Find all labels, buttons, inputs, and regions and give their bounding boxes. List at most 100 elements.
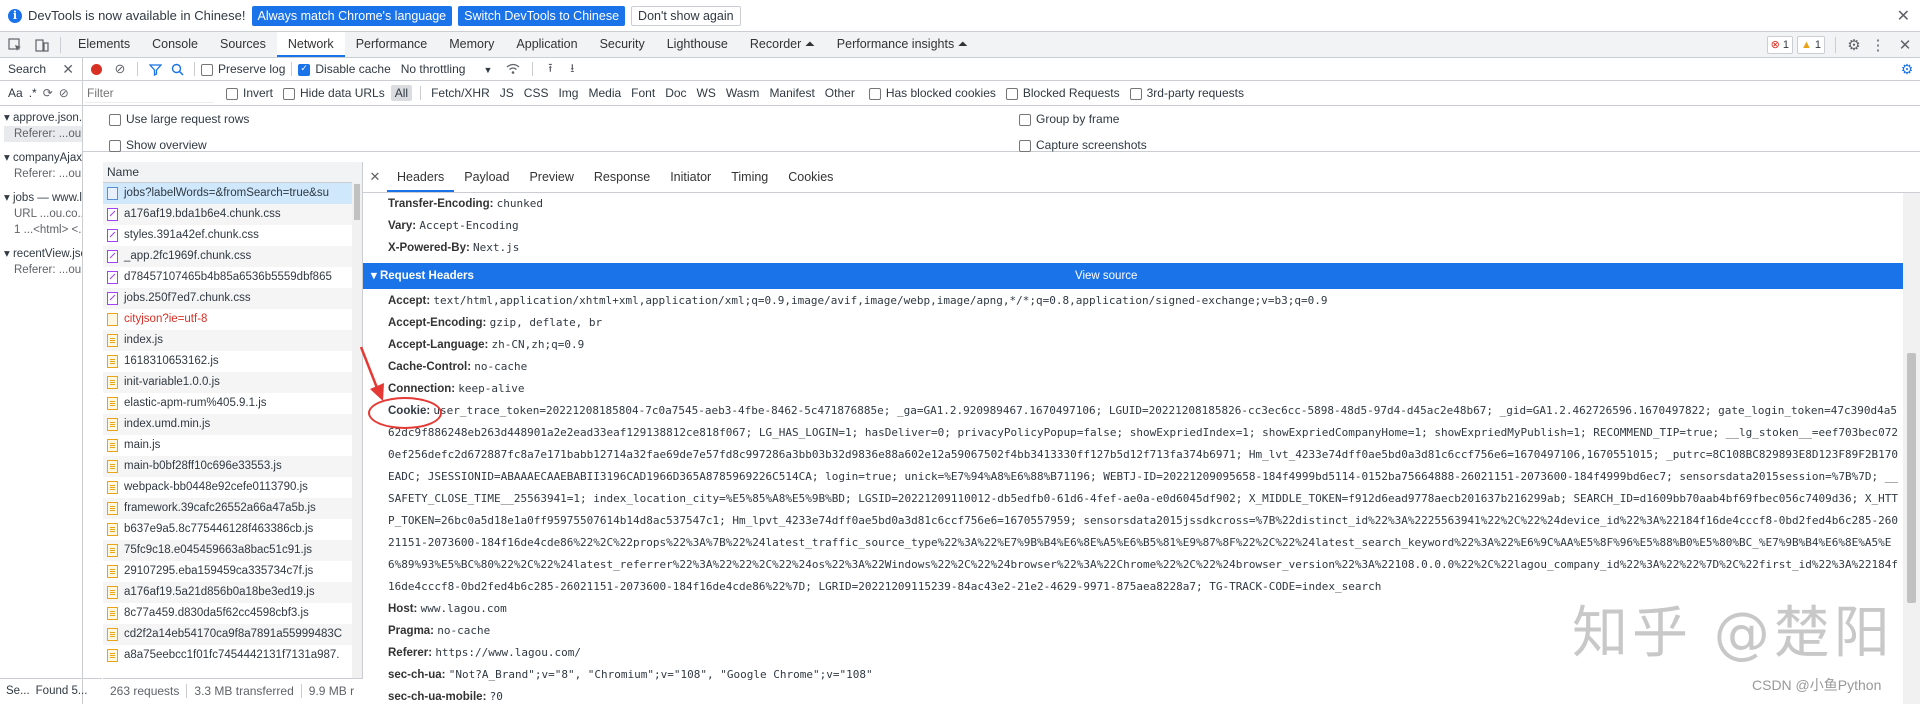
request-row[interactable]: a176af19.5a21d856b0a18be3ed19.js <box>103 582 362 603</box>
network-settings-icon[interactable]: ⚙ <box>1894 61 1920 78</box>
device-toolbar-icon[interactable] <box>30 38 54 52</box>
tab-preview[interactable]: Preview <box>519 162 583 192</box>
request-row[interactable]: cd2f2a14eb54170ca9f8a7891a55999483C <box>103 624 362 645</box>
scrollbar-thumb[interactable] <box>354 184 360 220</box>
refresh-icon[interactable]: ⟳ <box>43 86 53 100</box>
request-row[interactable]: index.umd.min.js <box>103 414 362 435</box>
request-row[interactable]: framework.39cafc26552a66a47a5b.js <box>103 498 362 519</box>
filter-type-manifest[interactable]: Manifest <box>765 85 818 101</box>
request-row[interactable]: main-b0bf28ff10c696e33553.js <box>103 456 362 477</box>
request-row[interactable]: init-variable1.0.0.js <box>103 372 362 393</box>
tab-elements[interactable]: Elements <box>67 32 141 57</box>
filter-input[interactable] <box>85 83 214 103</box>
import-har-icon[interactable]: ⭱ <box>539 59 561 80</box>
filter-icon[interactable] <box>144 63 166 76</box>
search-result-line[interactable]: 1 ...<html> <... <box>4 222 82 238</box>
close-detail-icon[interactable]: ✕ <box>363 169 387 185</box>
clear-log-icon[interactable]: ⊘ <box>109 61 131 77</box>
switch-to-chinese-button[interactable]: Switch DevTools to Chinese <box>458 5 626 26</box>
scrollbar-thumb[interactable] <box>1907 353 1916 603</box>
request-row[interactable]: jobs?labelWords=&fromSearch=true&su <box>103 183 362 204</box>
request-row[interactable]: index.js <box>103 330 362 351</box>
preserve-log-checkbox[interactable]: Preserve log <box>201 62 285 76</box>
tab-headers[interactable]: Headers <box>387 162 455 192</box>
disable-cache-checkbox[interactable]: Disable cache <box>298 62 391 76</box>
tab-payload[interactable]: Payload <box>454 162 519 192</box>
search-result-line[interactable]: Referer: ...ou... <box>4 126 82 142</box>
search-result-group[interactable]: ▾ companyAjax... Referer: ...ou... <box>0 150 82 182</box>
tab-initiator[interactable]: Initiator <box>660 162 721 192</box>
filter-type-wasm[interactable]: Wasm <box>722 85 764 101</box>
inspect-element-icon[interactable] <box>0 37 30 52</box>
always-match-language-button[interactable]: Always match Chrome's language <box>251 5 453 26</box>
invert-checkbox[interactable]: Invert <box>226 86 273 100</box>
search-result-group[interactable]: ▾ recentView.jso... Referer: ...ou... <box>0 246 82 278</box>
warning-count-badge[interactable]: ▲ 1 <box>1796 35 1825 54</box>
tab-cookies[interactable]: Cookies <box>778 162 843 192</box>
regex-toggle[interactable]: .* <box>29 86 37 100</box>
filter-type-fetch-xhr[interactable]: Fetch/XHR <box>427 85 494 101</box>
tab-timing[interactable]: Timing <box>721 162 778 192</box>
request-row[interactable]: styles.391a42ef.chunk.css <box>103 225 362 246</box>
throttling-select[interactable]: No throttling ▼ <box>401 62 493 76</box>
group-by-frame-checkbox[interactable]: Group by frame <box>1019 112 1119 126</box>
filter-type-other[interactable]: Other <box>821 85 859 101</box>
request-row[interactable]: d78457107465b4b85a6536b5559dbf865 <box>103 267 362 288</box>
tab-memory[interactable]: Memory <box>438 32 505 57</box>
request-row[interactable]: webpack-bb0448e92cefe0113790.js <box>103 477 362 498</box>
settings-gear-icon[interactable]: ⚙ <box>1842 36 1866 54</box>
search-result-group[interactable]: ▾ jobs — www.l... URL ...ou.co... 1 ...<… <box>0 190 82 238</box>
match-case-toggle[interactable]: Aa <box>8 86 23 100</box>
more-options-icon[interactable]: ⋮ <box>1866 36 1890 54</box>
error-count-badge[interactable]: ⊗ 1 <box>1766 35 1793 54</box>
tab-response[interactable]: Response <box>584 162 660 192</box>
search-result-line[interactable]: URL ...ou.co... <box>4 206 82 222</box>
network-conditions-icon[interactable] <box>500 63 526 75</box>
close-devtools-icon[interactable]: ✕ <box>1890 36 1920 54</box>
search-icon[interactable] <box>166 63 188 76</box>
tab-console[interactable]: Console <box>141 32 209 57</box>
has-blocked-cookies-checkbox[interactable]: Has blocked cookies <box>868 86 996 100</box>
clear-icon[interactable]: ⊘ <box>59 86 69 100</box>
request-row[interactable]: b637e9a5.8c775446128f463386cb.js <box>103 519 362 540</box>
third-party-requests-checkbox[interactable]: 3rd-party requests <box>1129 86 1244 100</box>
large-rows-checkbox[interactable]: Use large request rows <box>109 112 249 126</box>
close-search-icon[interactable]: ✕ <box>62 61 74 78</box>
request-headers-section[interactable]: ▾ Request Headers View source <box>363 263 1903 289</box>
request-row[interactable]: 1618310653162.js <box>103 351 362 372</box>
filter-type-img[interactable]: Img <box>554 85 582 101</box>
record-icon[interactable] <box>83 63 109 75</box>
dont-show-again-button[interactable]: Don't show again <box>631 5 741 26</box>
headers-scrollbar[interactable] <box>1903 193 1920 704</box>
blocked-requests-checkbox[interactable]: Blocked Requests <box>1005 86 1120 100</box>
filter-type-all[interactable]: All <box>390 85 413 101</box>
request-row[interactable]: 8c77a459.d830da5f62cc4598cbf3.js <box>103 603 362 624</box>
close-infobar-icon[interactable]: ✕ <box>1897 6 1910 26</box>
filter-type-media[interactable]: Media <box>584 85 625 101</box>
tab-security[interactable]: Security <box>589 32 656 57</box>
request-row[interactable]: a176af19.bda1b6e4.chunk.css <box>103 204 362 225</box>
request-row[interactable]: a8a75eebcc1f01fc7454442131f7131a987. <box>103 645 362 666</box>
search-result-line[interactable]: Referer: ...ou... <box>4 262 82 278</box>
tab-network[interactable]: Network <box>276 32 345 57</box>
tab-recorder[interactable]: Recorder ⏶ <box>739 32 826 57</box>
show-overview-checkbox[interactable]: Show overview <box>109 138 207 152</box>
tab-performance[interactable]: Performance <box>345 32 439 57</box>
tab-sources[interactable]: Sources <box>209 32 277 57</box>
request-row[interactable]: cityjson?ie=utf-8 <box>103 309 362 330</box>
request-list-scrollbar[interactable] <box>352 182 362 678</box>
tab-performance-insights[interactable]: Performance insights ⏶ <box>826 32 979 57</box>
filter-type-css[interactable]: CSS <box>520 85 553 101</box>
filter-type-doc[interactable]: Doc <box>661 85 690 101</box>
filter-type-font[interactable]: Font <box>627 85 659 101</box>
request-row[interactable]: 75fc9c18.e045459663a8bac51c91.js <box>103 540 362 561</box>
filter-type-js[interactable]: JS <box>496 85 518 101</box>
tab-application[interactable]: Application <box>505 32 588 57</box>
tab-lighthouse[interactable]: Lighthouse <box>656 32 739 57</box>
filter-type-ws[interactable]: WS <box>693 85 720 101</box>
view-source-link[interactable]: View source <box>1075 263 1137 289</box>
request-row[interactable]: 29107295.eba159459ca335734c7f.js <box>103 561 362 582</box>
hide-data-urls-checkbox[interactable]: Hide data URLs <box>283 86 385 100</box>
name-column-header[interactable]: Name <box>103 162 362 183</box>
request-row[interactable]: _app.2fc1969f.chunk.css <box>103 246 362 267</box>
